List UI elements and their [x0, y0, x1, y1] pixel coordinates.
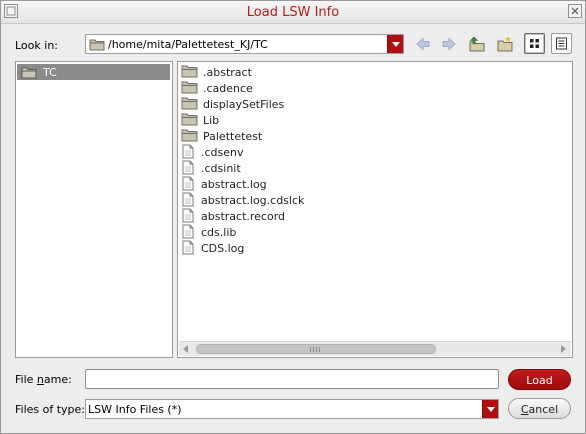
- folder-icon: [181, 112, 198, 129]
- cancel-button[interactable]: Cancel: [508, 398, 571, 419]
- file-name-input[interactable]: [85, 369, 499, 389]
- look-in-path: /home/mita/Palettetest_KJ/TC: [108, 38, 268, 51]
- list-item-label: Lib: [203, 114, 220, 127]
- icon-view-button[interactable]: [524, 33, 545, 54]
- icon-view-icon: [530, 39, 539, 48]
- sidebar-item-label: TC: [43, 66, 57, 79]
- list-item-label: abstract.record: [201, 210, 286, 223]
- list-item-label: .cadence: [203, 82, 253, 95]
- folder-icon: [89, 39, 105, 51]
- scroll-right-button[interactable]: [556, 342, 571, 356]
- list-item-label: abstract.log: [201, 178, 267, 191]
- list-item-label: .cdsinit: [201, 162, 241, 175]
- files-of-type-combo[interactable]: LSW Info Files (*): [85, 399, 499, 419]
- files-of-type-value: LSW Info Files (*): [88, 403, 182, 416]
- list-item-label: displaySetFiles: [203, 98, 285, 111]
- horizontal-scrollbar[interactable]: [179, 341, 571, 356]
- list-item-label: .abstract: [203, 66, 252, 79]
- forward-icon[interactable]: [440, 35, 458, 53]
- window-close-button[interactable]: [568, 4, 582, 18]
- list-item-label: Palettetest: [203, 130, 263, 143]
- list-item-label: abstract.log.cdslck: [201, 194, 305, 207]
- file-list[interactable]: .abstract .cadence displaySetFiles Lib Palet…: [177, 61, 573, 358]
- places-sidebar[interactable]: TC: [15, 61, 173, 358]
- scroll-left-button[interactable]: [179, 342, 194, 356]
- look-in-label: Look in:: [15, 39, 58, 52]
- folder-icon: [181, 96, 198, 113]
- scrollbar-thumb[interactable]: [196, 344, 436, 354]
- file-icon: [181, 240, 195, 258]
- load-button[interactable]: Load: [508, 369, 571, 390]
- folder-icon: [21, 67, 37, 79]
- detail-view-icon: [556, 37, 567, 50]
- folder-icon: [181, 128, 198, 145]
- back-icon[interactable]: [414, 35, 432, 53]
- list-item-label: CDS.log: [201, 242, 245, 255]
- list-item-label: cds.lib: [201, 226, 237, 239]
- look-in-combo[interactable]: /home/mita/Palettetest_KJ/TC: [85, 34, 404, 54]
- files-of-type-label: Files of type:: [15, 403, 86, 416]
- close-icon: [571, 7, 579, 15]
- detail-view-button[interactable]: [551, 33, 572, 54]
- sidebar-item-tc[interactable]: TC: [17, 64, 170, 80]
- folder-icon: [181, 80, 198, 97]
- look-in-dropdown-arrow[interactable]: [387, 35, 403, 53]
- folder-icon: [181, 64, 198, 81]
- new-folder-icon[interactable]: [496, 35, 514, 53]
- scrollbar-grip: [310, 347, 322, 352]
- parent-directory-icon[interactable]: [468, 35, 486, 53]
- file-name-label: File name:: [15, 373, 72, 386]
- list-item-label: .cdsenv: [201, 146, 244, 159]
- title-bar: Load LSW Info: [1, 1, 585, 24]
- window-title: Load LSW Info: [246, 5, 340, 20]
- files-of-type-dropdown-arrow[interactable]: [482, 400, 498, 418]
- dialog-window: Load LSW Info Look in: /home/mita/Palett…: [0, 0, 586, 434]
